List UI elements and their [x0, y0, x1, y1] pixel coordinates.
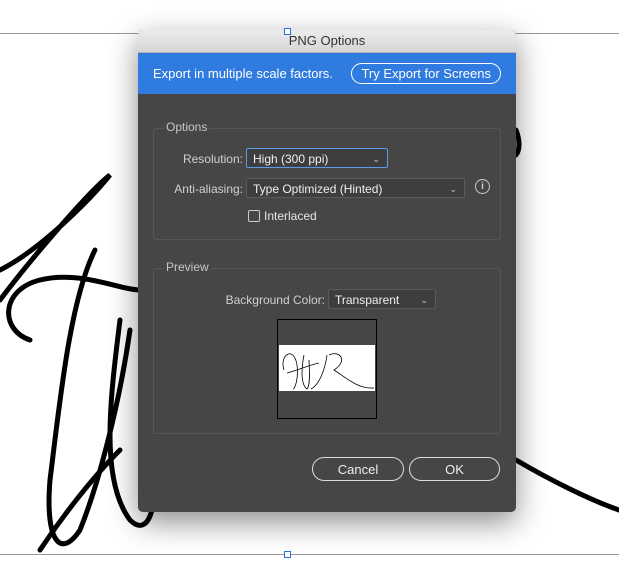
interlaced-label: Interlaced: [264, 209, 317, 223]
chevron-down-icon: ⌄: [449, 184, 457, 194]
background-color-select[interactable]: Transparent ⌄: [328, 289, 436, 309]
cancel-button[interactable]: Cancel: [312, 457, 404, 481]
artboard-bottom-edge: [0, 554, 619, 555]
antialiasing-value: Type Optimized (Hinted): [253, 182, 383, 196]
background-color-label: Background Color:: [225, 293, 325, 307]
background-color-value: Transparent: [335, 293, 400, 307]
png-options-dialog: PNG Options Export in multiple scale fac…: [138, 30, 516, 512]
resolution-value: High (300 ppi): [253, 152, 329, 166]
preview-group-label: Preview: [164, 260, 211, 274]
selection-handle[interactable]: [284, 551, 291, 558]
dialog-title: PNG Options: [138, 30, 516, 53]
resolution-label: Resolution:: [182, 152, 243, 166]
export-banner: Export in multiple scale factors. Try Ex…: [138, 53, 516, 94]
interlaced-checkbox[interactable]: [248, 210, 260, 222]
signature-preview-image: [279, 345, 375, 391]
try-export-for-screens-button[interactable]: Try Export for Screens: [351, 63, 501, 84]
ok-button[interactable]: OK: [409, 457, 500, 481]
options-group-label: Options: [164, 120, 210, 134]
chevron-down-icon: ⌄: [420, 295, 428, 305]
resolution-select[interactable]: High (300 ppi) ⌄: [246, 148, 388, 168]
banner-text: Export in multiple scale factors.: [153, 66, 333, 81]
antialiasing-select[interactable]: Type Optimized (Hinted) ⌄: [246, 178, 465, 198]
chevron-down-icon: ⌄: [372, 154, 380, 164]
info-icon[interactable]: i: [475, 179, 490, 194]
preview-thumbnail: [277, 319, 377, 419]
antialiasing-label: Anti-aliasing:: [174, 182, 243, 196]
selection-handle[interactable]: [284, 28, 291, 35]
